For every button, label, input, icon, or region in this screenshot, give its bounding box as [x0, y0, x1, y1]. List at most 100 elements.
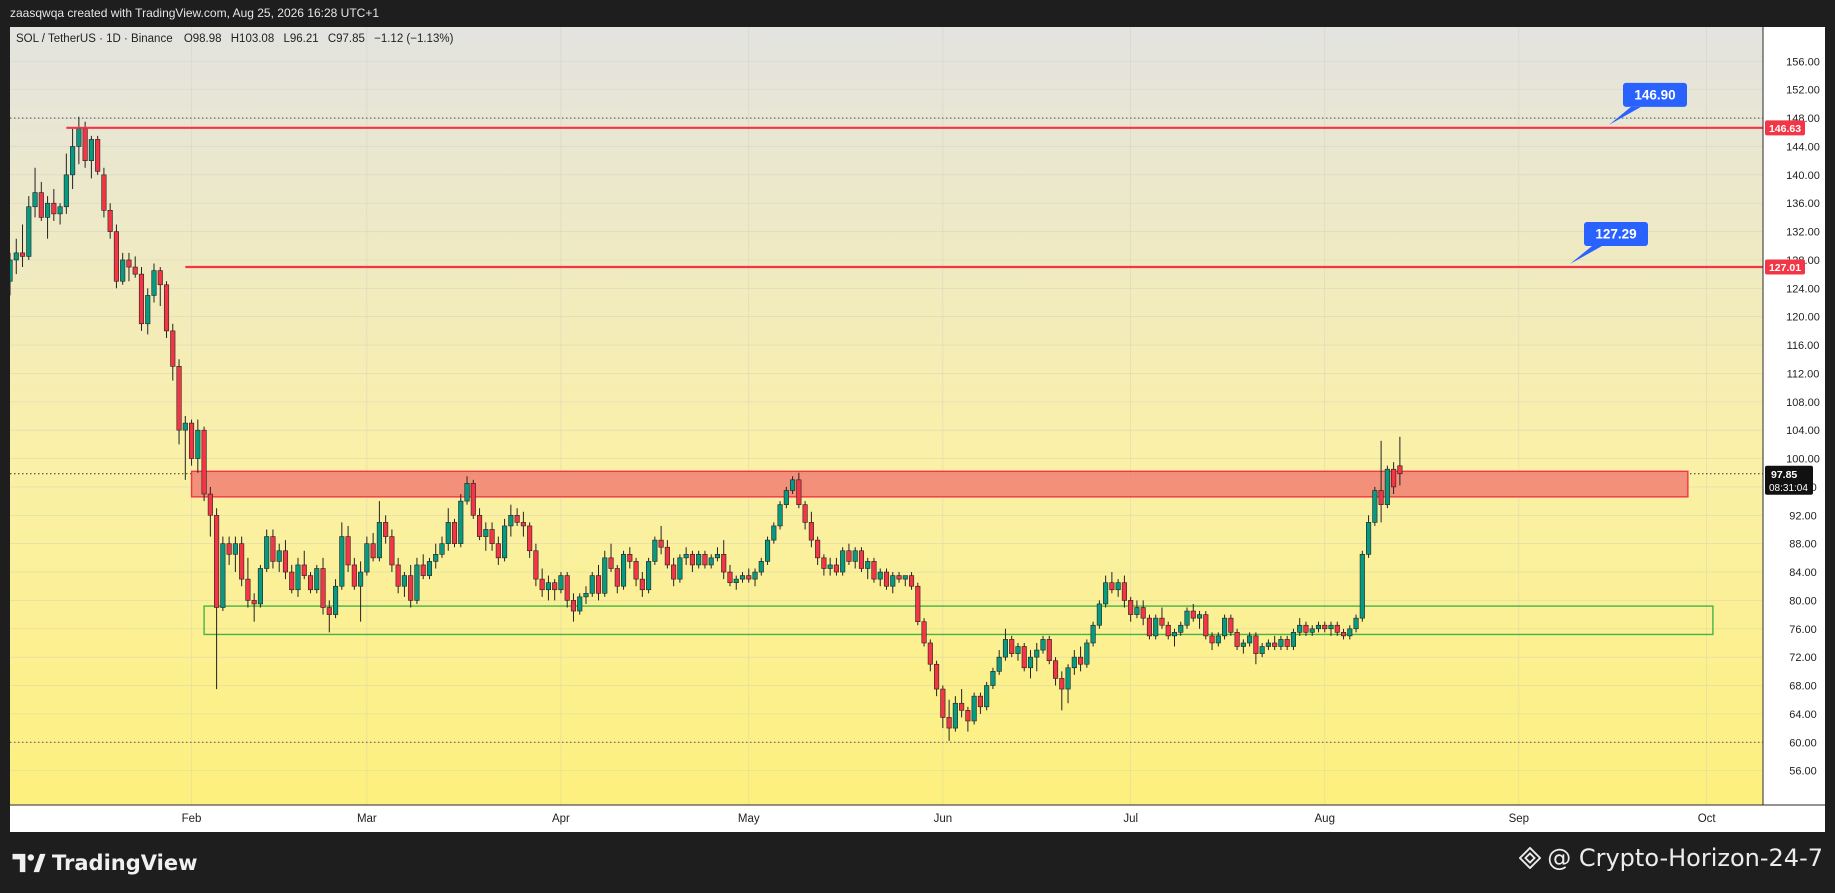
red-resistance-zone: [190, 470, 1689, 498]
candle-body: [257, 568, 263, 605]
candle-body: [51, 202, 57, 215]
candle-body: [1322, 624, 1328, 630]
x-tick-label: Oct: [1698, 813, 1717, 825]
candle-body: [1372, 490, 1378, 523]
tradingview-brand: TradingView: [52, 851, 198, 875]
y-tick-label: 68.00: [1789, 681, 1817, 693]
candle-body: [1265, 642, 1271, 647]
candle-body: [82, 128, 88, 161]
candle-body: [558, 575, 564, 591]
candle-body: [1002, 639, 1009, 658]
candle-body: [871, 561, 877, 580]
candle-body: [1366, 522, 1372, 555]
y-tick-label: 64.00: [1789, 709, 1817, 721]
countdown-label: 08:31:04: [1769, 483, 1808, 494]
y-tick-label: 108.00: [1786, 397, 1820, 409]
candle-body: [333, 585, 339, 615]
binance-diamond-icon: [1519, 847, 1542, 869]
candle-body: [771, 525, 777, 541]
candle-body: [1078, 656, 1084, 665]
candle-body: [633, 561, 639, 580]
candle-body: [226, 543, 232, 555]
candle-body: [1284, 639, 1290, 647]
candlestick-chart[interactable]: 146.90127.29 156.00152.00148.00144.00140…: [10, 27, 1825, 832]
candle-body: [307, 575, 314, 591]
candle-body: [589, 575, 595, 594]
candle-body: [902, 575, 908, 580]
y-tick-label: 152.00: [1786, 85, 1820, 97]
candle-body: [63, 174, 69, 208]
x-tick-label: Mar: [357, 813, 377, 825]
candle: [589, 572, 595, 597]
candle: [915, 582, 921, 626]
candle-body: [19, 252, 26, 257]
candle-body: [915, 585, 921, 622]
candle: [1021, 642, 1027, 672]
candle-body: [95, 139, 101, 172]
candle-body: [990, 671, 996, 686]
candle-body: [251, 600, 257, 605]
y-tick-label: 80.00: [1789, 595, 1817, 607]
candle-body: [1103, 582, 1109, 605]
candle: [138, 267, 145, 331]
candle-body: [1146, 617, 1153, 637]
candle-body: [26, 206, 32, 257]
candle-body: [476, 514, 483, 537]
candle: [451, 518, 458, 548]
y-tick-label: 72.00: [1789, 652, 1817, 664]
candle-body: [664, 546, 670, 566]
candle: [984, 681, 990, 711]
candle-body: [120, 259, 126, 282]
candle: [189, 419, 195, 466]
candle-body: [846, 550, 852, 562]
candle: [1384, 465, 1390, 509]
time-axis[interactable]: [10, 805, 1825, 832]
candle-body: [821, 557, 827, 569]
plot-background: [10, 27, 1763, 805]
high-value: H103.08: [231, 33, 274, 45]
candle-body: [458, 500, 464, 544]
candle-body: [1247, 635, 1253, 644]
candle-body: [1309, 628, 1315, 633]
candle-body: [508, 514, 514, 527]
candle: [470, 479, 476, 519]
candle: [1153, 614, 1159, 640]
candle-body: [1215, 635, 1221, 644]
candle-body: [145, 295, 151, 325]
candle-body: [883, 571, 890, 587]
candle-body: [1165, 624, 1171, 637]
candle: [163, 281, 170, 338]
x-tick-label: Sep: [1509, 813, 1529, 825]
candle-body: [1259, 646, 1265, 654]
candle-body: [408, 575, 414, 601]
candle-body: [502, 525, 508, 559]
candle-body: [1397, 465, 1403, 475]
candle-body: [796, 479, 802, 505]
candle: [620, 550, 627, 590]
tradingview-logo[interactable]: TradingView: [12, 847, 197, 879]
candle-body: [952, 702, 958, 729]
candle-body: [1353, 617, 1359, 630]
y-tick-label: 88.00: [1789, 539, 1817, 551]
candle: [840, 547, 846, 576]
candle-body: [220, 543, 226, 608]
candle-body: [608, 557, 614, 569]
candle-body: [157, 270, 163, 286]
candle-body: [351, 564, 357, 587]
candle-body: [1065, 667, 1071, 690]
price-tag-label: 146.63: [1769, 123, 1801, 135]
candle-body: [877, 571, 883, 580]
candle: [921, 618, 927, 647]
candle-body: [708, 557, 714, 566]
candle-body: [1009, 639, 1015, 654]
candle-body: [489, 529, 495, 544]
candle-body: [126, 259, 132, 268]
candle-body: [439, 543, 445, 555]
candle-body: [1340, 632, 1347, 637]
candle-body: [189, 422, 195, 459]
candle-body: [733, 578, 739, 583]
candle-body: [1190, 610, 1196, 619]
candle-body: [101, 174, 107, 211]
candle-body: [201, 429, 207, 495]
candle-body: [401, 575, 407, 587]
